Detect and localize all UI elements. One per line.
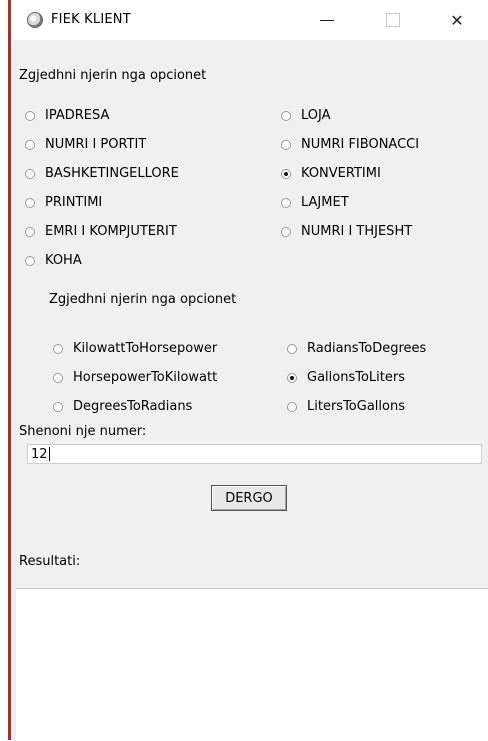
option-gallons-to-liters[interactable]: GallonsToLiters <box>287 370 405 385</box>
radio-button-icon[interactable] <box>287 401 297 412</box>
option-label: RadiansToDegrees <box>307 341 427 356</box>
app-window: FIEK KLIENT ✕ Zgjedhni njerin nga opcion… <box>8 0 488 741</box>
radio-button-icon[interactable] <box>287 343 297 354</box>
send-button[interactable]: DERGO <box>211 485 287 511</box>
result-output <box>16 588 488 741</box>
radio-button-icon[interactable] <box>25 255 35 266</box>
option-label: KONVERTIMI <box>301 166 381 181</box>
radio-button-checked-icon[interactable] <box>287 372 297 383</box>
option-label: KOHA <box>45 253 82 268</box>
text-caret <box>48 447 50 461</box>
option-label: KilowattToHorsepower <box>73 341 218 356</box>
window-title: FIEK KLIENT <box>51 12 131 27</box>
option-label: GallonsToLiters <box>307 370 405 385</box>
option-numri-fibonacci[interactable]: NUMRI FIBONACCI <box>281 137 419 152</box>
option-radians-to-degrees[interactable]: RadiansToDegrees <box>287 341 426 356</box>
option-label: IPADRESA <box>45 108 110 123</box>
radio-button-icon[interactable] <box>281 197 291 208</box>
option-label: NUMRI FIBONACCI <box>301 137 420 152</box>
minimize-icon <box>320 19 334 21</box>
option-konvertimi[interactable]: KONVERTIMI <box>281 166 381 181</box>
option-printimi[interactable]: PRINTIMI <box>25 195 102 210</box>
main-options-prompt: Zgjedhni njerin nga opcionet <box>19 68 207 83</box>
option-label: NUMRI I PORTIT <box>45 137 147 152</box>
option-degrees-to-radians[interactable]: DegreesToRadians <box>53 399 192 414</box>
maximize-button[interactable] <box>373 6 413 34</box>
title-bar[interactable]: FIEK KLIENT ✕ <box>11 0 488 40</box>
option-bashketingellore[interactable]: BASHKETINGELLORE <box>25 166 179 181</box>
option-liters-to-gallons[interactable]: LitersToGallons <box>287 399 405 414</box>
radio-button-icon[interactable] <box>25 168 35 179</box>
result-label: Resultati: <box>19 554 81 569</box>
radio-button-icon[interactable] <box>53 372 63 383</box>
radio-button-checked-icon[interactable] <box>281 168 291 179</box>
radio-button-icon[interactable] <box>53 401 63 412</box>
option-numri-i-thjesht[interactable]: NUMRI I THJESHT <box>281 224 412 239</box>
option-label: EMRI I KOMPJUTERIT <box>45 224 177 239</box>
minimize-button[interactable] <box>307 6 347 34</box>
radio-button-icon[interactable] <box>25 197 35 208</box>
option-label: LOJA <box>301 108 331 123</box>
option-emri-i-kompjuterit[interactable]: EMRI I KOMPJUTERIT <box>25 224 177 239</box>
close-icon: ✕ <box>450 10 464 30</box>
option-label: DegreesToRadians <box>73 399 193 414</box>
radio-button-icon[interactable] <box>25 226 35 237</box>
option-label: PRINTIMI <box>45 195 103 210</box>
radio-button-icon[interactable] <box>281 110 291 121</box>
radio-button-icon[interactable] <box>281 226 291 237</box>
number-input-label: Shenoni nje numer: <box>19 424 147 439</box>
number-input[interactable]: 12 <box>27 444 482 464</box>
close-button[interactable]: ✕ <box>437 6 477 34</box>
conversion-options-prompt: Zgjedhni njerin nga opcionet <box>49 292 237 307</box>
option-loja[interactable]: LOJA <box>281 108 331 123</box>
option-label: BASHKETINGELLORE <box>45 166 179 181</box>
option-ipadresa[interactable]: IPADRESA <box>25 108 109 123</box>
app-icon <box>27 12 43 28</box>
option-horsepower-to-kilowatt[interactable]: HorsepowerToKilowatt <box>53 370 217 385</box>
number-input-value: 12 <box>31 446 48 462</box>
radio-button-icon[interactable] <box>281 139 291 150</box>
radio-button-icon[interactable] <box>25 139 35 150</box>
radio-button-icon[interactable] <box>25 110 35 121</box>
option-label: NUMRI I THJESHT <box>301 224 413 239</box>
maximize-icon <box>386 13 400 27</box>
radio-button-icon[interactable] <box>53 343 63 354</box>
option-lajmet[interactable]: LAJMET <box>281 195 349 210</box>
option-koha[interactable]: KOHA <box>25 253 82 268</box>
option-label: LAJMET <box>301 195 349 210</box>
option-label: LitersToGallons <box>307 399 405 414</box>
option-kilowatt-to-horsepower[interactable]: KilowattToHorsepower <box>53 341 217 356</box>
option-label: HorsepowerToKilowatt <box>73 370 218 385</box>
option-numri-i-portit[interactable]: NUMRI I PORTIT <box>25 137 146 152</box>
